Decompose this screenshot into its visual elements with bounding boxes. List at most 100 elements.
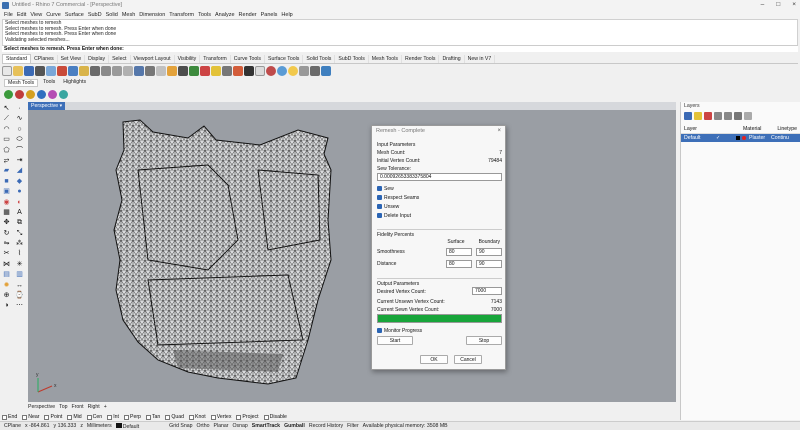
smoothness-boundary-input[interactable]: 90 xyxy=(476,248,502,256)
tab-mesh-tools[interactable]: Mesh Tools xyxy=(369,55,402,63)
render-tool-icon[interactable]: ◑ xyxy=(1,301,12,310)
tab-tools-sub[interactable]: Tools xyxy=(40,79,58,87)
block-icon[interactable]: ▥ xyxy=(14,270,25,279)
move-up-icon[interactable] xyxy=(714,111,722,120)
menu-curve[interactable]: Curve xyxy=(46,12,61,18)
osnap-checkbox[interactable] xyxy=(67,414,73,420)
osnap-checkbox[interactable] xyxy=(210,414,216,420)
move-icon[interactable]: ✥ xyxy=(1,218,12,227)
start-button[interactable]: Start xyxy=(377,336,413,345)
current-layer-check-icon[interactable]: ✓ xyxy=(716,135,736,141)
mesh-sphere-icon[interactable] xyxy=(15,89,24,99)
toggle-smarttrack[interactable]: SmartTrack xyxy=(252,423,280,429)
monitor-progress-checkbox[interactable]: Monitor Progress xyxy=(377,326,502,335)
4-view-icon[interactable] xyxy=(167,65,177,76)
rotate-icon[interactable]: ↻ xyxy=(1,229,12,238)
osnap-checkbox[interactable] xyxy=(86,414,92,420)
filter-layers-icon[interactable] xyxy=(734,111,742,120)
checkbox-checked-icon[interactable] xyxy=(377,213,382,218)
osnap-checkbox[interactable] xyxy=(145,414,151,420)
checkbox-checked-icon[interactable] xyxy=(377,186,382,191)
print-icon[interactable] xyxy=(35,65,45,76)
osnap-near[interactable]: Near xyxy=(22,414,39,420)
command-prompt[interactable]: Select meshes to remesh. Press Enter whe… xyxy=(2,45,798,52)
group-icon[interactable]: ▤ xyxy=(1,270,12,279)
menu-edit[interactable]: Edit xyxy=(17,12,26,18)
select-icon[interactable] xyxy=(178,65,188,76)
undo-icon[interactable] xyxy=(90,65,100,76)
boolean-union-icon[interactable]: ◉ xyxy=(1,198,12,207)
tab-set-view[interactable]: Set View xyxy=(58,55,86,63)
remeshed-object[interactable] xyxy=(113,119,332,385)
menu-view[interactable]: View xyxy=(30,12,42,18)
toggle-grid-snap[interactable]: Grid Snap xyxy=(169,423,192,429)
light-icon[interactable] xyxy=(288,65,298,76)
tab-visibility[interactable]: Visibility xyxy=(175,55,201,63)
minimize-icon[interactable]: – xyxy=(761,1,765,8)
zoom-window-icon[interactable] xyxy=(134,65,144,76)
wireframe-icon[interactable] xyxy=(255,65,265,76)
sew-tolerance-input[interactable]: 0.00092653383375804 xyxy=(377,173,502,181)
layer-icon[interactable] xyxy=(211,65,221,76)
tab-transform[interactable]: Transform xyxy=(200,55,231,63)
join-icon[interactable]: ⋈ xyxy=(1,260,12,269)
osnap-project[interactable]: Project xyxy=(236,414,259,420)
material-ball-icon[interactable] xyxy=(266,65,276,76)
tab-surface-tools[interactable]: Surface Tools xyxy=(265,55,304,63)
tab-mesh-tools-sub[interactable]: Mesh Tools xyxy=(4,79,39,87)
checkbox-checked-icon[interactable] xyxy=(377,195,382,200)
tab-highlights-sub[interactable]: Highlights xyxy=(60,79,89,87)
delete-input-checkbox[interactable]: Delete Input xyxy=(377,211,502,220)
osnap-mid[interactable]: Mid xyxy=(67,414,82,420)
extend-icon[interactable]: ⇥ xyxy=(14,156,25,165)
surface-icon[interactable]: ▰ xyxy=(1,166,12,175)
history-icon[interactable]: ⌚ xyxy=(14,291,25,300)
polyline-icon[interactable]: ⟋ xyxy=(1,114,12,123)
checkbox-checked-icon[interactable] xyxy=(377,204,382,209)
environment-icon[interactable] xyxy=(277,65,287,76)
toggle-filter[interactable]: Filter xyxy=(347,423,359,429)
menu-tools[interactable]: Tools xyxy=(198,12,211,18)
toggle-osnap[interactable]: Osnap xyxy=(233,423,248,429)
osnap-checkbox[interactable] xyxy=(123,414,129,420)
sew-checkbox[interactable]: Sew xyxy=(377,184,502,193)
lock-icon[interactable] xyxy=(200,65,210,76)
cut-icon[interactable] xyxy=(57,65,67,76)
help-icon[interactable] xyxy=(321,65,331,76)
mesh-icon[interactable]: ▦ xyxy=(1,208,12,217)
hide-icon[interactable] xyxy=(189,65,199,76)
array-icon[interactable]: ⁂ xyxy=(14,239,25,248)
mesh-box-icon[interactable] xyxy=(26,89,35,99)
text-icon[interactable]: A xyxy=(14,208,25,217)
maximize-icon[interactable]: □ xyxy=(776,1,780,8)
distance-boundary-input[interactable]: 90 xyxy=(476,260,502,268)
smoothness-surface-input[interactable]: 80 xyxy=(446,248,472,256)
open-folder-icon[interactable] xyxy=(13,65,23,76)
layer-tools-icon[interactable] xyxy=(744,111,752,120)
close-icon[interactable]: × xyxy=(792,1,796,8)
tab-new-in-v7[interactable]: New in V7 xyxy=(465,55,496,63)
light-tool-icon[interactable]: ✹ xyxy=(1,281,12,290)
zoom-extents-icon[interactable] xyxy=(145,65,155,76)
fillet-icon[interactable]: ⌒ xyxy=(14,146,25,155)
viewport-tab-top[interactable]: Top xyxy=(59,404,67,410)
offset-icon[interactable]: ⥂ xyxy=(1,156,12,165)
zoom-icon[interactable] xyxy=(123,65,133,76)
menu-render[interactable]: Render xyxy=(239,12,257,18)
osnap-checkbox[interactable] xyxy=(44,414,50,420)
extrude-icon[interactable]: ■ xyxy=(1,177,12,186)
toggle-planar[interactable]: Planar xyxy=(214,423,229,429)
stop-button[interactable]: Stop xyxy=(466,336,502,345)
rectangle-icon[interactable]: ▭ xyxy=(1,135,12,144)
close-icon[interactable]: × xyxy=(497,128,501,134)
menu-panels[interactable]: Panels xyxy=(261,12,278,18)
render-icon[interactable] xyxy=(233,65,243,76)
delete-layer-icon[interactable] xyxy=(704,111,712,120)
remesh-icon[interactable] xyxy=(59,89,68,99)
new-sublayer-icon[interactable] xyxy=(694,111,702,120)
select-arrow-icon[interactable]: ↖ xyxy=(1,104,12,113)
osnap-disable[interactable]: Disable xyxy=(263,414,287,420)
osnap-checkbox[interactable] xyxy=(107,414,113,420)
layer-row-default[interactable]: Default ✓ Plaster Continu xyxy=(681,134,800,142)
explode-icon[interactable]: ✳ xyxy=(14,260,25,269)
